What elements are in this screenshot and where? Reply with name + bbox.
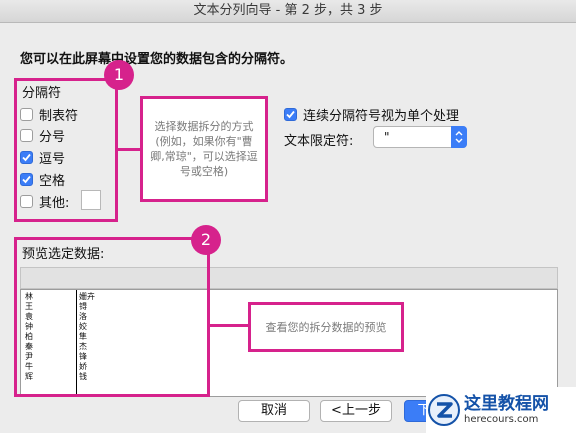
annotation-connector-2 (210, 324, 248, 327)
annotation-highlight-preview (14, 237, 210, 397)
site-logo-icon (428, 394, 460, 426)
text-qualifier-select[interactable]: " (373, 126, 467, 148)
text-qualifier-value: " (384, 130, 390, 144)
back-button[interactable]: <上一步 (320, 400, 392, 422)
chevron-updown-icon (451, 126, 467, 148)
annotation-connector-1 (118, 148, 140, 151)
annotation-highlight-delimiters (14, 78, 118, 222)
annotation-note-1: 选择数据拆分的方式(例如，如果你有"曹卿,常琼"，可以选择逗号或空格) (140, 96, 268, 202)
checkbox-checked-icon (284, 107, 297, 121)
instruction-text: 您可以在此屏幕中设置您的数据包含的分隔符。 (20, 52, 294, 67)
site-watermark: 这里教程网 herecours.com (426, 387, 576, 433)
text-qualifier-label: 文本限定符: (284, 134, 354, 149)
consecutive-delimiters-checkbox[interactable]: 连续分隔符号视为单个处理 (284, 105, 460, 124)
annotation-badge-2: 2 (191, 225, 221, 255)
annotation-note-2: 查看您的拆分数据的预览 (248, 302, 404, 352)
watermark-url: herecours.com (464, 414, 539, 425)
consecutive-delimiters-label: 连续分隔符号视为单个处理 (303, 108, 460, 124)
cancel-button[interactable]: 取消 (238, 400, 310, 422)
annotation-badge-1: 1 (104, 60, 134, 90)
window-title: 文本分列向导 - 第 2 步，共 3 步 (0, 0, 576, 23)
watermark-title: 这里教程网 (464, 394, 549, 414)
